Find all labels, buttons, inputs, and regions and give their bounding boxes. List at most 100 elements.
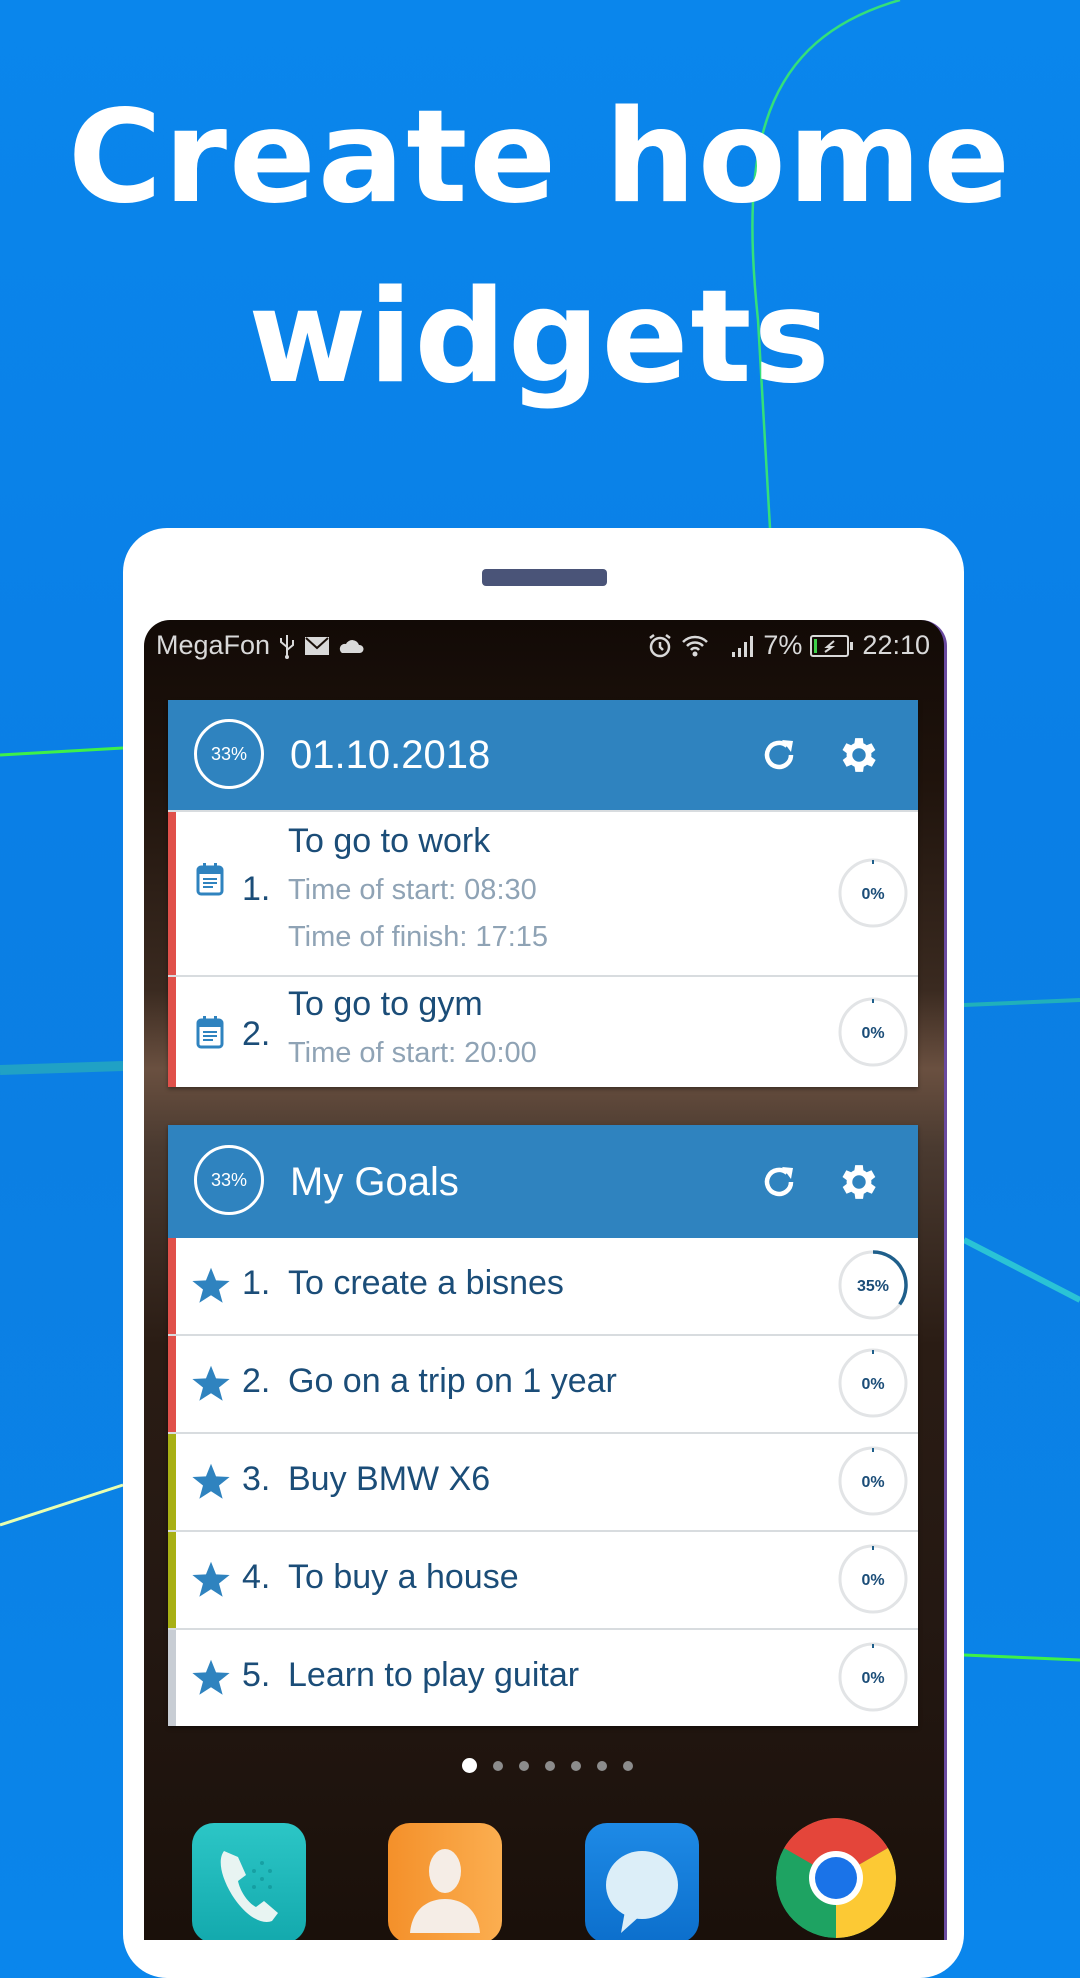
task-number: 1.: [242, 870, 271, 908]
goal-number: 2.: [242, 1362, 271, 1400]
priority-accent: [168, 1238, 176, 1334]
star-icon: [190, 1266, 232, 1310]
overall-progress-ring: 33%: [194, 719, 264, 789]
wifi-icon: [681, 634, 709, 658]
goal-progress-ring: 0%: [838, 1446, 908, 1516]
calendar-icon: [196, 1015, 224, 1053]
carrier-name: MegaFon: [156, 630, 271, 660]
battery-charging-icon: [810, 634, 854, 658]
chrome-icon: [776, 1818, 896, 1938]
task-row[interactable]: 2. To go to gym Time of start: 20:00 0%: [168, 975, 918, 1087]
goal-title: Go on a trip on 1 year: [288, 1362, 617, 1400]
goal-progress-ring: 0%: [838, 1544, 908, 1614]
refresh-button[interactable]: [758, 1161, 800, 1203]
task-title: To go to gym: [288, 985, 483, 1023]
dock-messages[interactable]: [585, 1823, 699, 1940]
star-icon: [190, 1462, 232, 1506]
refresh-icon: [764, 740, 794, 770]
messages-icon: [606, 1851, 678, 1933]
dock-contacts[interactable]: [388, 1823, 502, 1940]
goal-title: To create a bisnes: [288, 1264, 564, 1302]
goal-progress-ring: 0%: [838, 1348, 908, 1418]
status-bar: MegaFon 7% 22:10: [144, 620, 944, 672]
headline-line-2: widgets: [248, 263, 832, 412]
task-progress-ring: 0%: [838, 997, 908, 1067]
goal-title: Buy BMW X6: [288, 1460, 491, 1498]
widget-header: 33% 01.10.2018: [168, 700, 918, 810]
page-dot[interactable]: [571, 1760, 581, 1771]
goal-number: 5.: [242, 1656, 271, 1694]
priority-accent: [168, 977, 176, 1087]
goal-list: 1. To create a bisnes 35% 2. Go on a trip on…: [168, 1238, 918, 1726]
goal-row[interactable]: 2. Go on a trip on 1 year 0%: [168, 1334, 918, 1432]
goal-title: To buy a house: [288, 1558, 519, 1596]
widget-title[interactable]: My Goals: [290, 1157, 459, 1207]
settings-button[interactable]: [836, 1159, 882, 1205]
goal-progress-ring: 35%: [838, 1250, 908, 1320]
priority-accent: [168, 812, 176, 975]
task-row[interactable]: 1. To go to work Time of start: 08:30 Ti…: [168, 810, 918, 975]
gear-icon: [842, 1165, 876, 1199]
goal-number: 4.: [242, 1558, 271, 1596]
settings-button[interactable]: [836, 732, 882, 778]
page-dot[interactable]: [623, 1760, 633, 1771]
refresh-button[interactable]: [758, 734, 800, 776]
signal-icon: [731, 634, 755, 658]
usb-icon: [278, 633, 296, 659]
contacts-icon: [410, 1849, 480, 1933]
clock-time: 22:10: [862, 630, 930, 660]
star-icon: [190, 1658, 232, 1702]
goal-row[interactable]: 5. Learn to play guitar 0%: [168, 1628, 918, 1726]
goal-row[interactable]: 1. To create a bisnes 35%: [168, 1238, 918, 1334]
phone-icon: [220, 1851, 278, 1922]
goal-progress-ring: 0%: [838, 1642, 908, 1712]
task-progress-label: 0%: [861, 886, 884, 903]
priority-accent: [168, 1434, 176, 1530]
goal-number: 3.: [242, 1460, 271, 1498]
task-start-time: Time of start: 08:30: [288, 874, 537, 906]
phone-screen: MegaFon 7% 22:10 33% 01.10.2018 1. To go…: [144, 620, 947, 1940]
page-dot[interactable]: [597, 1760, 607, 1771]
task-progress-label: 0%: [861, 1025, 884, 1042]
page-dot[interactable]: [493, 1760, 503, 1771]
overall-progress-ring: 33%: [194, 1145, 264, 1215]
battery-percent: 7%: [763, 630, 803, 660]
daily-tasks-widget: 33% 01.10.2018 1. To go to work Time of …: [168, 700, 918, 1087]
task-number: 2.: [242, 1015, 271, 1053]
page-indicator: [462, 1758, 633, 1773]
alarm-icon: [647, 633, 673, 659]
phone-speaker: [482, 569, 607, 586]
mail-icon: [304, 635, 330, 657]
goal-number: 1.: [242, 1264, 271, 1302]
page-dot[interactable]: [519, 1760, 529, 1771]
widget-header: 33% My Goals: [168, 1125, 918, 1238]
dock-phone[interactable]: [192, 1823, 306, 1940]
goal-progress-label: 35%: [857, 1278, 889, 1295]
task-finish-time: Time of finish: 17:15: [288, 921, 549, 953]
gear-icon: [842, 738, 876, 772]
priority-accent: [168, 1336, 176, 1432]
page-dot-active[interactable]: [462, 1758, 477, 1773]
task-progress-ring: 0%: [838, 858, 908, 928]
goal-progress-label: 0%: [861, 1572, 884, 1589]
goal-row[interactable]: 4. To buy a house 0%: [168, 1530, 918, 1628]
refresh-icon: [764, 1167, 794, 1197]
page-dot[interactable]: [545, 1760, 555, 1771]
calendar-icon: [196, 862, 224, 900]
task-title: To go to work: [288, 822, 491, 860]
goal-progress-label: 0%: [861, 1670, 884, 1687]
widget-title[interactable]: 01.10.2018: [290, 730, 490, 780]
goal-progress-label: 0%: [861, 1474, 884, 1491]
goals-widget: 33% My Goals 1. To create a bisnes 35% 2. Go…: [168, 1125, 918, 1726]
task-start-time: Time of start: 20:00: [288, 1037, 537, 1069]
headline-line-1: Create home: [67, 83, 1013, 232]
goal-title: Learn to play guitar: [288, 1656, 580, 1694]
dock-chrome[interactable]: [776, 1818, 896, 1938]
star-icon: [190, 1560, 232, 1604]
priority-accent: [168, 1532, 176, 1628]
cloud-icon: [338, 637, 364, 655]
goal-row[interactable]: 3. Buy BMW X6 0%: [168, 1432, 918, 1530]
priority-accent: [168, 1630, 176, 1726]
star-icon: [190, 1364, 232, 1408]
goal-progress-label: 0%: [861, 1376, 884, 1393]
